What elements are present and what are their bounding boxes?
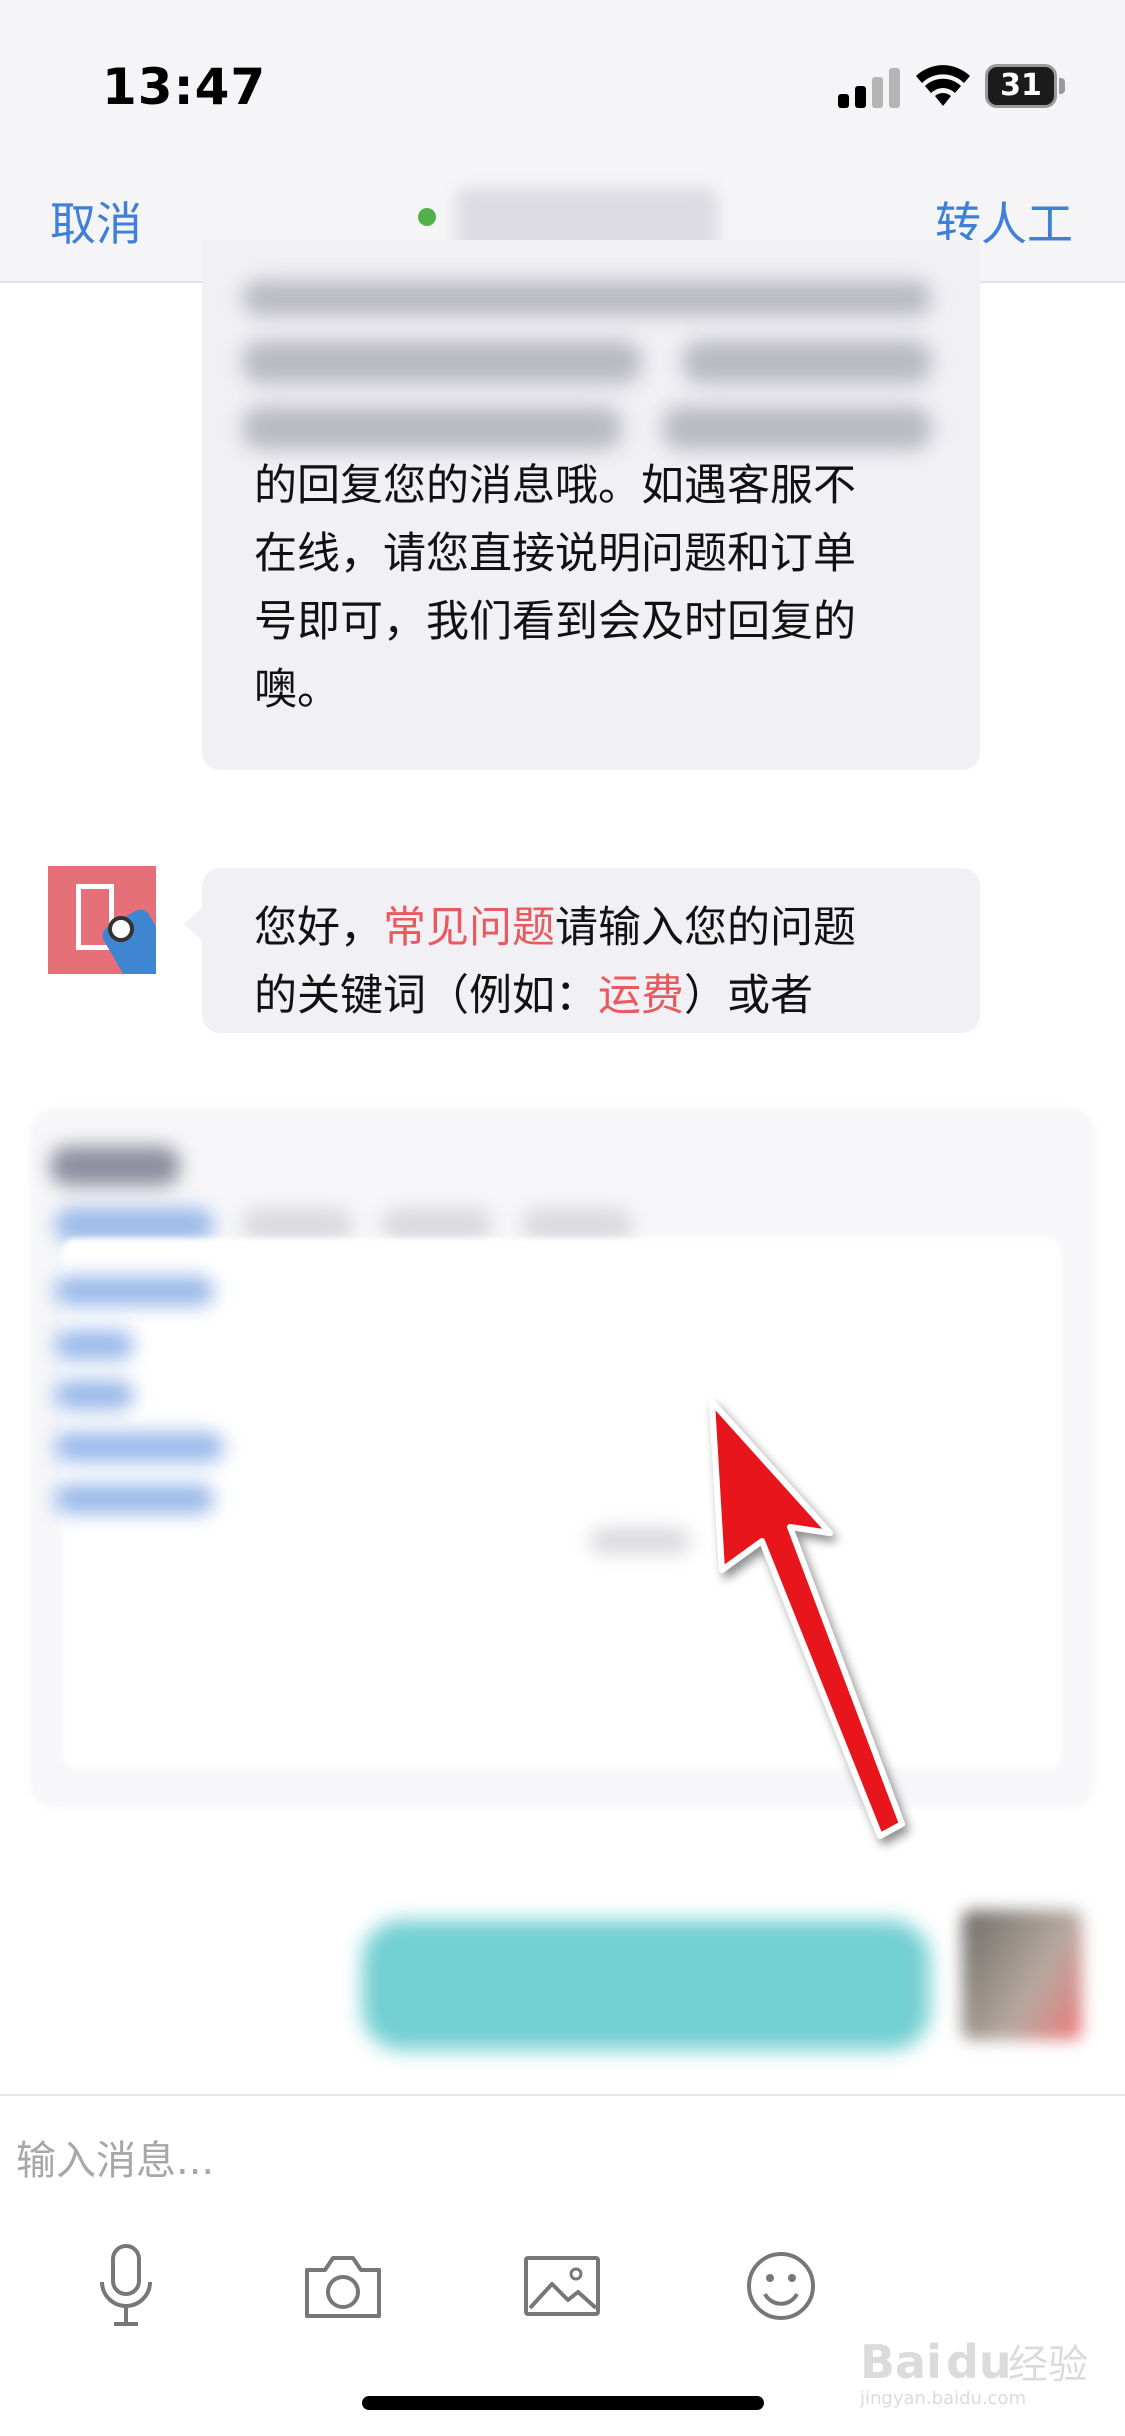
image-icon[interactable] bbox=[512, 2236, 612, 2336]
status-time: 13:47 bbox=[102, 58, 267, 116]
faq-card-redacted bbox=[30, 1108, 1095, 1808]
home-indicator bbox=[362, 2396, 764, 2410]
shipping-fee-link[interactable]: 运费 bbox=[598, 971, 684, 1021]
agent-message-bubble: 的回复您的消息哦。如遇客服不 在线，请您直接说明问题和订单 号即可，我们看到会及… bbox=[202, 240, 980, 770]
camera-icon[interactable] bbox=[293, 2236, 393, 2336]
online-status-dot bbox=[418, 208, 436, 226]
chat-screen: 13:47 31 取消 转人工 的回复您的消息哦。如遇客服不 在线，请您直接说明… bbox=[0, 0, 1125, 2436]
message-line: 噢。 bbox=[254, 665, 340, 715]
redacted-text bbox=[242, 406, 622, 450]
faq-link[interactable]: 常见问题 bbox=[383, 903, 555, 953]
user-avatar bbox=[962, 1910, 1082, 2040]
agent-avatar bbox=[48, 866, 156, 974]
message-text: 您好，常见问题请输入您的问题 的关键词（例如：运费）或者 bbox=[254, 894, 954, 1030]
redacted-text bbox=[242, 340, 642, 384]
wifi-icon bbox=[916, 65, 970, 106]
microphone-icon[interactable] bbox=[76, 2236, 176, 2336]
redacted-text bbox=[242, 280, 932, 316]
svg-text:Bai: Bai bbox=[860, 2335, 942, 2389]
agent-message-bubble: 您好，常见问题请输入您的问题 的关键词（例如：运费）或者 bbox=[184, 868, 980, 1033]
redacted-text bbox=[682, 340, 932, 384]
emoji-icon[interactable] bbox=[731, 2236, 831, 2336]
svg-text:经验: 经验 bbox=[1008, 2342, 1088, 2388]
user-message-redacted bbox=[362, 1920, 930, 2050]
message-line: 的回复您的消息哦。如遇客服不 bbox=[254, 461, 856, 511]
battery-level: 31 bbox=[1000, 68, 1042, 103]
message-line: 号即可，我们看到会及时回复的 bbox=[254, 597, 856, 647]
cancel-button[interactable]: 取消 bbox=[50, 188, 142, 254]
battery-icon: 31 bbox=[985, 64, 1065, 108]
baidu-watermark-logo: Bai du 经验 jingyan.baidu.com bbox=[860, 2335, 1088, 2409]
message-text-segment: ）或者 bbox=[684, 971, 813, 1021]
message-line: 在线，请您直接说明问题和订单 bbox=[254, 529, 856, 579]
message-text-segment: 的关键词（例如： bbox=[254, 971, 598, 1021]
message-text-segment: 请输入您的问题 bbox=[555, 903, 856, 953]
message-input[interactable] bbox=[16, 2126, 1106, 2196]
message-text-segment: 您好， bbox=[254, 903, 383, 953]
svg-text:jingyan.baidu.com: jingyan.baidu.com bbox=[860, 2388, 1026, 2409]
redacted-text bbox=[662, 406, 932, 450]
message-text: 的回复您的消息哦。如遇客服不 在线，请您直接说明问题和订单 号即可，我们看到会及… bbox=[254, 452, 954, 724]
cellular-signal-icon bbox=[838, 68, 900, 108]
svg-text:du: du bbox=[946, 2335, 1012, 2389]
